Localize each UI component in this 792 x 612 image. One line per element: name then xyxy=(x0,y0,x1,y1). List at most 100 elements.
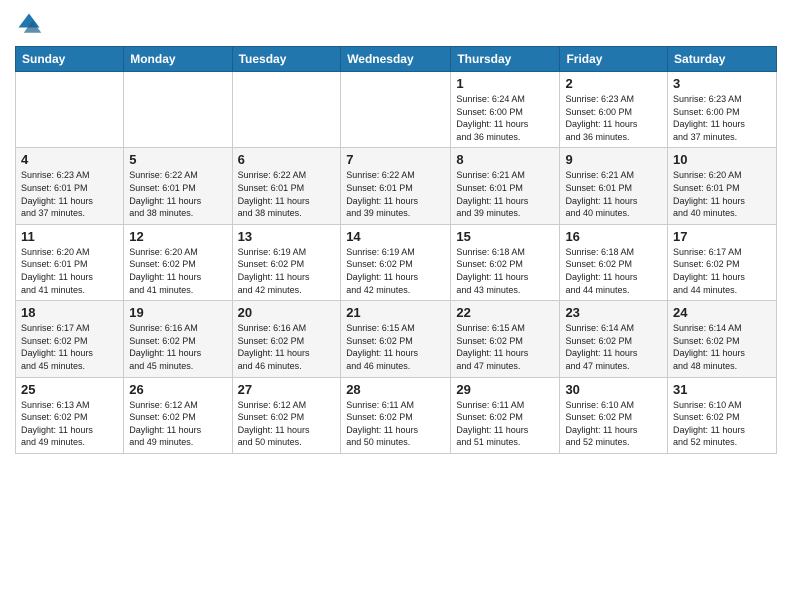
calendar-cell: 8Sunrise: 6:21 AM Sunset: 6:01 PM Daylig… xyxy=(451,148,560,224)
day-info: Sunrise: 6:16 AM Sunset: 6:02 PM Dayligh… xyxy=(238,322,336,372)
day-info: Sunrise: 6:24 AM Sunset: 6:00 PM Dayligh… xyxy=(456,93,554,143)
day-info: Sunrise: 6:12 AM Sunset: 6:02 PM Dayligh… xyxy=(129,399,226,449)
day-header-wednesday: Wednesday xyxy=(341,47,451,72)
day-number: 6 xyxy=(238,152,336,167)
day-info: Sunrise: 6:18 AM Sunset: 6:02 PM Dayligh… xyxy=(456,246,554,296)
day-number: 21 xyxy=(346,305,445,320)
day-number: 17 xyxy=(673,229,771,244)
calendar-cell xyxy=(16,72,124,148)
calendar-cell: 2 Sunrise: 6:23 AM Sunset: 6:00 PM Daylig… xyxy=(560,72,668,148)
day-header-tuesday: Tuesday xyxy=(232,47,341,72)
week-row-3: 11 Sunrise: 6:20 AM Sunset: 6:01 PM Dayli… xyxy=(16,224,777,300)
calendar-cell: 21 Sunrise: 6:15 AM Sunset: 6:02 PM Dayli… xyxy=(341,301,451,377)
day-info: Sunrise: 6:10 AM Sunset: 6:02 PM Dayligh… xyxy=(565,399,662,449)
week-row-1: 1 Sunrise: 6:24 AM Sunset: 6:00 PM Daylig… xyxy=(16,72,777,148)
day-info: Sunrise: 6:17 AM Sunset: 6:02 PM Dayligh… xyxy=(673,246,771,296)
calendar-cell: 26 Sunrise: 6:12 AM Sunset: 6:02 PM Dayli… xyxy=(124,377,232,453)
day-number: 27 xyxy=(238,382,336,397)
week-row-2: 4 Sunrise: 6:23 AM Sunset: 6:01 PM Daylig… xyxy=(16,148,777,224)
calendar-cell: 13Sunrise: 6:19 AM Sunset: 6:02 PM Dayli… xyxy=(232,224,341,300)
day-info: Sunrise: 6:23 AM Sunset: 6:01 PM Dayligh… xyxy=(21,169,118,219)
calendar-cell: 16 Sunrise: 6:18 AM Sunset: 6:02 PM Dayli… xyxy=(560,224,668,300)
calendar-cell: 6 Sunrise: 6:22 AM Sunset: 6:01 PM Daylig… xyxy=(232,148,341,224)
day-number: 5 xyxy=(129,152,226,167)
day-info: Sunrise: 6:14 AM Sunset: 6:02 PM Dayligh… xyxy=(673,322,771,372)
days-header-row: SundayMondayTuesdayWednesdayThursdayFrid… xyxy=(16,47,777,72)
day-header-monday: Monday xyxy=(124,47,232,72)
calendar-cell: 27 Sunrise: 6:12 AM Sunset: 6:02 PM Dayli… xyxy=(232,377,341,453)
day-number: 11 xyxy=(21,229,118,244)
day-header-sunday: Sunday xyxy=(16,47,124,72)
day-number: 24 xyxy=(673,305,771,320)
day-info: Sunrise: 6:20 AM Sunset: 6:02 PM Dayligh… xyxy=(129,246,226,296)
day-number: 31 xyxy=(673,382,771,397)
day-number: 18 xyxy=(21,305,118,320)
day-number: 3 xyxy=(673,76,771,91)
day-info: Sunrise: 6:15 AM Sunset: 6:02 PM Dayligh… xyxy=(456,322,554,372)
week-row-5: 25 Sunrise: 6:13 AM Sunset: 6:02 PM Dayli… xyxy=(16,377,777,453)
day-info: Sunrise: 6:11 AM Sunset: 6:02 PM Dayligh… xyxy=(346,399,445,449)
header xyxy=(15,10,777,38)
day-info: Sunrise: 6:10 AM Sunset: 6:02 PM Dayligh… xyxy=(673,399,771,449)
calendar-cell: 9 Sunrise: 6:21 AM Sunset: 6:01 PM Daylig… xyxy=(560,148,668,224)
calendar-cell: 12 Sunrise: 6:20 AM Sunset: 6:02 PM Dayli… xyxy=(124,224,232,300)
calendar-cell: 30Sunrise: 6:10 AM Sunset: 6:02 PM Dayli… xyxy=(560,377,668,453)
day-info: Sunrise: 6:22 AM Sunset: 6:01 PM Dayligh… xyxy=(238,169,336,219)
day-number: 19 xyxy=(129,305,226,320)
day-number: 22 xyxy=(456,305,554,320)
day-info: Sunrise: 6:20 AM Sunset: 6:01 PM Dayligh… xyxy=(673,169,771,219)
day-info: Sunrise: 6:22 AM Sunset: 6:01 PM Dayligh… xyxy=(129,169,226,219)
calendar-cell: 14 Sunrise: 6:19 AM Sunset: 6:02 PM Dayli… xyxy=(341,224,451,300)
calendar-cell: 1 Sunrise: 6:24 AM Sunset: 6:00 PM Daylig… xyxy=(451,72,560,148)
calendar-cell: 31 Sunrise: 6:10 AM Sunset: 6:02 PM Dayli… xyxy=(668,377,777,453)
day-number: 2 xyxy=(565,76,662,91)
calendar-cell: 18 Sunrise: 6:17 AM Sunset: 6:02 PM Dayli… xyxy=(16,301,124,377)
day-info: Sunrise: 6:21 AM Sunset: 6:01 PM Dayligh… xyxy=(565,169,662,219)
day-info: Sunrise: 6:23 AM Sunset: 6:00 PM Dayligh… xyxy=(673,93,771,143)
day-info: Sunrise: 6:19 AM Sunset: 6:02 PM Dayligh… xyxy=(238,246,336,296)
day-info: Sunrise: 6:19 AM Sunset: 6:02 PM Dayligh… xyxy=(346,246,445,296)
day-number: 29 xyxy=(456,382,554,397)
day-info: Sunrise: 6:17 AM Sunset: 6:02 PM Dayligh… xyxy=(21,322,118,372)
calendar-cell: 22 Sunrise: 6:15 AM Sunset: 6:02 PM Dayli… xyxy=(451,301,560,377)
day-info: Sunrise: 6:14 AM Sunset: 6:02 PM Dayligh… xyxy=(565,322,662,372)
calendar-cell: 19Sunrise: 6:16 AM Sunset: 6:02 PM Dayli… xyxy=(124,301,232,377)
calendar-cell xyxy=(124,72,232,148)
day-info: Sunrise: 6:13 AM Sunset: 6:02 PM Dayligh… xyxy=(21,399,118,449)
day-number: 8 xyxy=(456,152,554,167)
day-number: 15 xyxy=(456,229,554,244)
day-number: 12 xyxy=(129,229,226,244)
logo xyxy=(15,10,47,38)
day-info: Sunrise: 6:20 AM Sunset: 6:01 PM Dayligh… xyxy=(21,246,118,296)
day-info: Sunrise: 6:18 AM Sunset: 6:02 PM Dayligh… xyxy=(565,246,662,296)
day-info: Sunrise: 6:15 AM Sunset: 6:02 PM Dayligh… xyxy=(346,322,445,372)
calendar-cell: 29 Sunrise: 6:11 AM Sunset: 6:02 PM Dayli… xyxy=(451,377,560,453)
calendar-cell: 25 Sunrise: 6:13 AM Sunset: 6:02 PM Dayli… xyxy=(16,377,124,453)
calendar-cell: 15 Sunrise: 6:18 AM Sunset: 6:02 PM Dayli… xyxy=(451,224,560,300)
calendar-cell: 28 Sunrise: 6:11 AM Sunset: 6:02 PM Dayli… xyxy=(341,377,451,453)
calendar-cell: 11 Sunrise: 6:20 AM Sunset: 6:01 PM Dayli… xyxy=(16,224,124,300)
calendar-cell xyxy=(232,72,341,148)
day-header-friday: Friday xyxy=(560,47,668,72)
day-number: 16 xyxy=(565,229,662,244)
day-info: Sunrise: 6:12 AM Sunset: 6:02 PM Dayligh… xyxy=(238,399,336,449)
day-number: 1 xyxy=(456,76,554,91)
calendar-cell: 23 Sunrise: 6:14 AM Sunset: 6:02 PM Dayli… xyxy=(560,301,668,377)
day-number: 10 xyxy=(673,152,771,167)
day-number: 7 xyxy=(346,152,445,167)
calendar: SundayMondayTuesdayWednesdayThursdayFrid… xyxy=(15,46,777,454)
day-number: 23 xyxy=(565,305,662,320)
day-number: 9 xyxy=(565,152,662,167)
day-number: 28 xyxy=(346,382,445,397)
day-info: Sunrise: 6:23 AM Sunset: 6:00 PM Dayligh… xyxy=(565,93,662,143)
day-number: 26 xyxy=(129,382,226,397)
week-row-4: 18 Sunrise: 6:17 AM Sunset: 6:02 PM Dayli… xyxy=(16,301,777,377)
day-number: 4 xyxy=(21,152,118,167)
day-info: Sunrise: 6:11 AM Sunset: 6:02 PM Dayligh… xyxy=(456,399,554,449)
day-header-thursday: Thursday xyxy=(451,47,560,72)
calendar-cell: 3 Sunrise: 6:23 AM Sunset: 6:00 PM Daylig… xyxy=(668,72,777,148)
day-number: 25 xyxy=(21,382,118,397)
calendar-cell: 20Sunrise: 6:16 AM Sunset: 6:02 PM Dayli… xyxy=(232,301,341,377)
day-number: 14 xyxy=(346,229,445,244)
calendar-cell: 5 Sunrise: 6:22 AM Sunset: 6:01 PM Daylig… xyxy=(124,148,232,224)
